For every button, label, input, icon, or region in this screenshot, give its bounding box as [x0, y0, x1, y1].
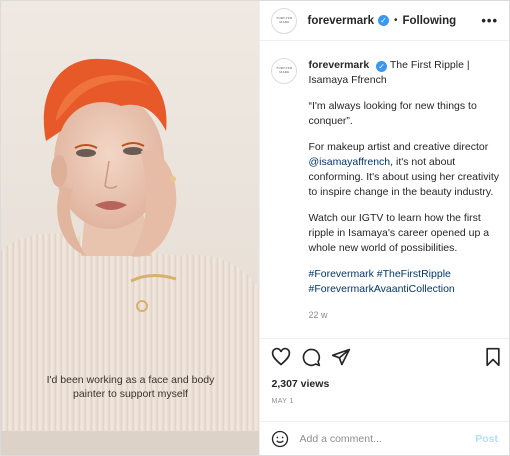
post-comment-button[interactable]: Post	[475, 433, 498, 445]
caption-block: FOREVER MARK forevermark ✓ The First Ripp…	[271, 58, 501, 323]
emoji-icon[interactable]	[271, 430, 289, 448]
username-link[interactable]: forevermark	[307, 15, 373, 27]
subtitle-line: I'd been working as a face and body	[46, 374, 215, 386]
video-subtitle: I'd been working as a face and body pain…	[1, 373, 259, 401]
more-options-icon[interactable]: •••	[481, 13, 498, 28]
action-bar	[260, 338, 509, 374]
hashtags: #Forevermark #TheFirstRipple #Forevermar…	[308, 267, 501, 297]
comment-input[interactable]	[299, 432, 470, 445]
subtitle-line: painter to support myself	[73, 388, 188, 400]
separator-dot: •	[393, 15, 398, 26]
following-button[interactable]: Following	[402, 15, 456, 27]
post-age: 22 w	[308, 310, 328, 320]
caption-text-segment: For makeup artist and creative director	[308, 141, 489, 153]
hashtag-link[interactable]: #Forevermark #TheFirstRipple	[308, 267, 501, 282]
post-modal: I'd been working as a face and body pain…	[0, 0, 510, 456]
bookmark-icon[interactable]	[484, 347, 502, 367]
share-icon[interactable]	[331, 347, 351, 367]
avatar[interactable]: FOREVER MARK	[271, 58, 298, 84]
post-media[interactable]: I'd been working as a face and body pain…	[1, 1, 260, 455]
verified-icon: ✓	[376, 61, 388, 72]
caption-username-link[interactable]: forevermark	[308, 59, 369, 71]
heart-icon[interactable]	[271, 347, 291, 367]
view-count[interactable]: 2,307 views	[271, 378, 329, 390]
caption-text: forevermark ✓ The First Ripple | Isamaya…	[308, 58, 501, 323]
caption-paragraph: Watch our IGTV to learn how the first ri…	[308, 212, 490, 254]
comment-icon[interactable]	[301, 347, 321, 367]
post-details-panel: FOREVER MARK forevermark ✓ • Following ••…	[259, 1, 509, 455]
mention-link[interactable]: @isamayaffrench	[308, 156, 390, 168]
post-header: FOREVER MARK forevermark ✓ • Following ••…	[260, 1, 509, 41]
brand-logo: FOREVER MARK	[276, 15, 293, 24]
brand-logo: FOREVER MARK	[276, 66, 293, 74]
verified-icon: ✓	[377, 15, 389, 26]
hashtag-link[interactable]: #ForevermarkAvaantiCollection	[308, 282, 501, 297]
comment-bar: Post	[260, 421, 509, 455]
avatar[interactable]: FOREVER MARK	[271, 7, 298, 34]
caption-paragraph: For makeup artist and creative director …	[308, 140, 501, 200]
caption-quote: “I'm always looking for new things to co…	[308, 100, 477, 127]
post-date: MAY 1	[271, 398, 294, 405]
